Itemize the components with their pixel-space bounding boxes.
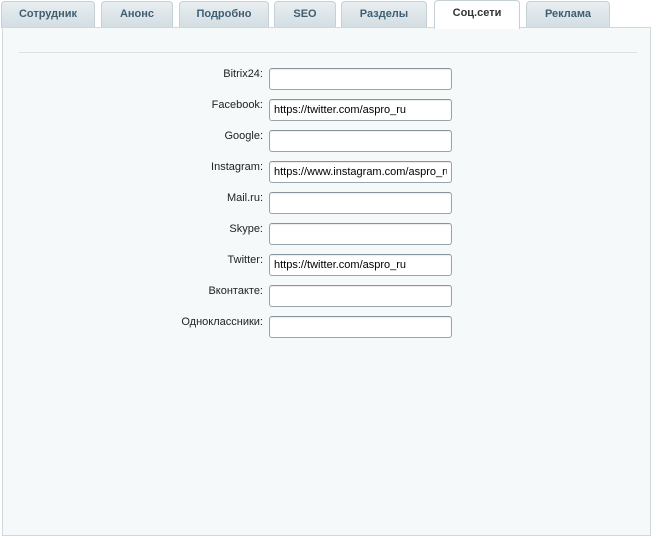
form-row-facebook: Facebook: [3, 99, 652, 123]
odnoklassniki-label: Одноклассники: [181, 316, 263, 328]
form-row-odnoklassniki: Одноклассники: [3, 316, 652, 340]
facebook-field[interactable] [269, 99, 452, 121]
bitrix24-field[interactable] [269, 68, 452, 90]
tab-details[interactable]: Подробно [179, 1, 269, 28]
tab-advertising[interactable]: Реклама [526, 1, 610, 28]
facebook-label: Facebook: [211, 99, 263, 111]
skype-field[interactable] [269, 223, 452, 245]
tab-sections[interactable]: Разделы [341, 1, 427, 28]
form-row-twitter: Twitter: [3, 254, 652, 278]
form-row-google: Google: [3, 130, 652, 154]
twitter-field[interactable] [269, 254, 452, 276]
twitter-label: Twitter: [227, 254, 263, 266]
tab-announcement[interactable]: Анонс [101, 1, 173, 28]
bitrix24-label: Bitrix24: [223, 68, 263, 80]
social-networks-panel: Bitrix24: Facebook: Google: Instagram: M… [2, 27, 651, 536]
skype-label: Skype: [229, 223, 263, 235]
mailru-field[interactable] [269, 192, 452, 214]
tab-social[interactable]: Соц.сети [434, 0, 520, 29]
vkontakte-label: Вконтакте: [208, 285, 263, 297]
form-row-skype: Skype: [3, 223, 652, 247]
tab-employee[interactable]: Сотрудник [1, 1, 95, 28]
form-row-mailru: Mail.ru: [3, 192, 652, 216]
instagram-label: Instagram: [211, 161, 263, 173]
form-row-vkontakte: Вконтакте: [3, 285, 652, 309]
vkontakte-field[interactable] [269, 285, 452, 307]
odnoklassniki-field[interactable] [269, 316, 452, 338]
divider [19, 52, 637, 53]
google-field[interactable] [269, 130, 452, 152]
tab-bar: Сотрудник Анонс Подробно SEO Разделы Соц… [0, 0, 653, 29]
form-row-instagram: Instagram: [3, 161, 652, 185]
mailru-label: Mail.ru: [226, 192, 263, 204]
google-label: Google: [224, 130, 263, 142]
form-row-bitrix24: Bitrix24: [3, 68, 652, 92]
tab-seo[interactable]: SEO [274, 1, 336, 28]
instagram-field[interactable] [269, 161, 452, 183]
